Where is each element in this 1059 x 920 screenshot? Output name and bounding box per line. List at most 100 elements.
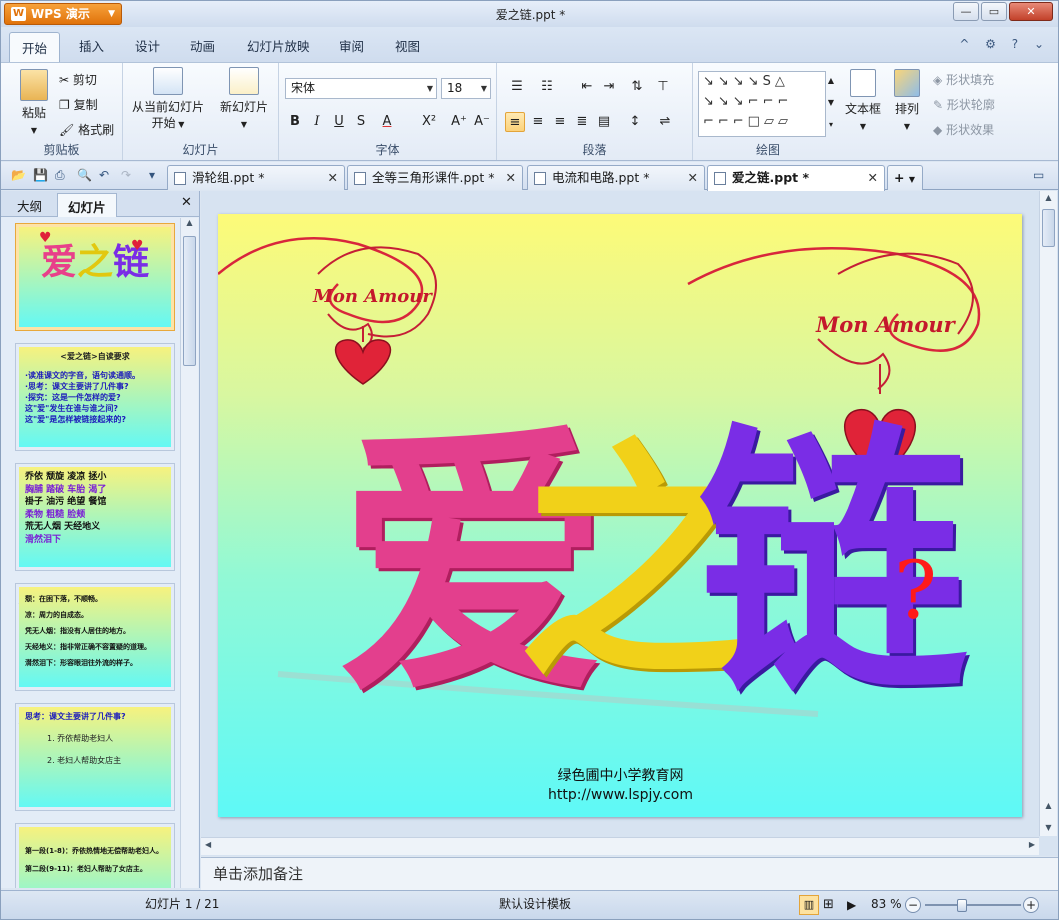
zoom-out-icon[interactable]: −: [905, 897, 921, 913]
close-icon[interactable]: ✕: [328, 166, 338, 189]
scroll-right-icon[interactable]: ▶: [1029, 840, 1035, 849]
format-painter-button[interactable]: 🖌 格式刷: [59, 121, 114, 138]
thumb-line: 第一段(1-8)：乔依热情地无偿帮助老妇人。: [25, 847, 164, 855]
slide-thumbnail-5[interactable]: 思考：课文主要讲了几件事? 1. 乔依帮助老妇人 2. 老妇人帮助女店主: [15, 703, 175, 811]
zoom-in-icon[interactable]: +: [1023, 897, 1039, 913]
scroll-up-icon[interactable]: ▲: [1040, 193, 1057, 202]
justify-button[interactable]: ≣: [572, 112, 592, 132]
slide-thumbnail-1[interactable]: 爱之链 ♥ ♥: [15, 223, 175, 331]
tab-home[interactable]: 开始: [9, 32, 61, 63]
font-family-select[interactable]: 宋体 ▼: [285, 78, 437, 99]
line-spacing-icon[interactable]: ↕: [625, 112, 645, 132]
customize-quick-access-icon[interactable]: ▾: [149, 168, 155, 182]
font-color-button[interactable]: A: [377, 112, 397, 132]
scroll-left-icon[interactable]: ◀: [205, 840, 211, 849]
minimize-button[interactable]: —: [953, 2, 979, 21]
play-from-current-button[interactable]: 从当前幻灯片 开始 ▼: [129, 67, 207, 133]
slide-canvas[interactable]: Mon Amour Mon Amour 爱 之 链 ? 绿色圃中小学教育网 ht…: [218, 214, 1022, 817]
thumbnail-list[interactable]: 1 ☆ 爱之链 ♥ ♥ 2 <爱之链>自读要求 ·读准课文的字音，语句读通顺。 …: [1, 218, 179, 888]
new-tab-button[interactable]: + ▼: [887, 165, 923, 190]
slide-thumbnail-2[interactable]: <爱之链>自读要求 ·读准课文的字音，语句读通顺。 ·思考：课文主要讲了几件事?…: [15, 343, 175, 451]
distribute-button[interactable]: ▤: [594, 112, 614, 132]
next-slide-icon[interactable]: ▼: [1040, 823, 1057, 832]
title-bar: W WPS 演示 ▼ 爱之链.ppt * — ▭ ✕: [1, 1, 1058, 27]
shadow-button[interactable]: S: [351, 112, 371, 132]
copy-label: 复制: [73, 98, 98, 112]
align-text-icon[interactable]: ⊤: [653, 77, 673, 97]
scroll-up-icon[interactable]: ▲: [181, 218, 198, 227]
tab-design[interactable]: 设计: [135, 36, 160, 55]
tab-slides[interactable]: 幻灯片: [57, 193, 117, 217]
maximize-button[interactable]: ▭: [981, 2, 1007, 21]
doc-tab-4[interactable]: 爱之链.ppt * ✕: [707, 165, 885, 191]
text-direction-icon[interactable]: ⇅: [627, 77, 647, 97]
slideshow-icon[interactable]: ▶: [847, 895, 856, 915]
paragraph-settings-icon[interactable]: ⇌: [655, 112, 675, 132]
paste-button[interactable]: 粘贴 ▼: [11, 69, 57, 139]
shape-effect-button[interactable]: ◆ 形状效果: [933, 121, 994, 138]
close-button[interactable]: ✕: [1009, 2, 1053, 21]
shrink-font-button[interactable]: A⁻: [472, 112, 492, 132]
scroll-thumb[interactable]: [183, 236, 196, 366]
underline-button[interactable]: U: [329, 112, 349, 132]
close-icon[interactable]: ✕: [506, 166, 516, 189]
align-left-button[interactable]: ≡: [505, 112, 525, 132]
horizontal-scrollbar[interactable]: ◀ ▶: [201, 837, 1039, 855]
numbering-icon[interactable]: ☷: [537, 77, 557, 97]
shape-fill-button[interactable]: ◈ 形状填充: [933, 71, 994, 88]
save-icon[interactable]: 💾: [33, 168, 48, 182]
scroll-thumb[interactable]: [1042, 209, 1055, 247]
slide-thumbnail-3[interactable]: 乔依 颓旋 凌凉 拯小 胸脯 踏破 车胎 渴了 褂子 油污 绝望 餐馆 柔物 粗…: [15, 463, 175, 571]
bold-button[interactable]: B: [285, 112, 305, 132]
close-icon[interactable]: ✕: [868, 166, 878, 189]
cut-button[interactable]: ✂ 剪切: [59, 71, 97, 88]
tab-view[interactable]: 视图: [395, 36, 420, 55]
doc-tab-3[interactable]: 电流和电路.ppt * ✕: [527, 165, 705, 190]
doc-tab-1[interactable]: 滑轮组.ppt * ✕: [167, 165, 345, 190]
gallery-more-icon[interactable]: ▾: [825, 115, 837, 135]
zoom-slider[interactable]: [925, 904, 1021, 906]
redo-icon[interactable]: ↷: [121, 168, 131, 182]
shape-outline-button[interactable]: ✎ 形状轮廓: [933, 96, 995, 113]
panel-scrollbar[interactable]: ▲: [180, 218, 198, 888]
notes-pane[interactable]: 单击添加备注: [201, 857, 1058, 890]
close-icon[interactable]: ✕: [688, 166, 698, 189]
ribbon-help-icons[interactable]: ^ ⚙ ? ⌄: [959, 37, 1050, 51]
slide-thumbnail-4[interactable]: 颓：在困下落，不顺畅。 凉：周力的自成态。 凭无人烟：指没有人居住的地方。 天经…: [15, 583, 175, 691]
vertical-scrollbar[interactable]: ▲ ▲ ▼: [1039, 191, 1057, 836]
grow-font-button[interactable]: A⁺: [449, 112, 469, 132]
doc-tab-2[interactable]: 全等三角形课件.ppt * ✕: [347, 165, 523, 190]
gallery-scroll-up-icon[interactable]: ▲: [825, 71, 837, 91]
gallery-scroll-down-icon[interactable]: ▼: [825, 93, 837, 113]
tab-animation[interactable]: 动画: [190, 36, 215, 55]
textbox-button[interactable]: 文本框 ▼: [841, 69, 885, 135]
undo-icon[interactable]: ↶: [99, 168, 109, 182]
print-icon[interactable]: ⎙: [55, 168, 65, 183]
align-center-button[interactable]: ≡: [528, 112, 548, 132]
slide-sorter-icon[interactable]: ⊞: [823, 895, 834, 915]
tab-insert[interactable]: 插入: [79, 36, 104, 55]
copy-button[interactable]: ❐ 复制: [59, 96, 98, 113]
shapes-gallery[interactable]: ↘↘↘↘S△ ↘↘↘⌐⌐⌐ ⌐⌐⌐□▱▱: [698, 71, 826, 137]
superscript-button[interactable]: X²: [419, 112, 439, 132]
zoom-slider-thumb[interactable]: [957, 899, 967, 912]
previous-slide-icon[interactable]: ▲: [1040, 801, 1057, 810]
window-layout-icon[interactable]: ▭: [1033, 168, 1044, 182]
print-preview-icon[interactable]: 🔍: [77, 168, 92, 182]
close-panel-icon[interactable]: ✕: [181, 195, 192, 210]
tab-slideshow[interactable]: 幻灯片放映: [247, 36, 310, 55]
font-size-select[interactable]: 18 ▼: [441, 78, 491, 99]
decrease-indent-icon[interactable]: ⇤: [577, 77, 597, 97]
slideshow-play-icon: [153, 67, 183, 95]
tab-review[interactable]: 审阅: [339, 36, 364, 55]
tab-outline[interactable]: 大纲: [17, 196, 42, 215]
align-right-button[interactable]: ≡: [550, 112, 570, 132]
increase-indent-icon[interactable]: ⇥: [599, 77, 619, 97]
italic-button[interactable]: I: [307, 112, 327, 132]
arrange-button[interactable]: 排列 ▼: [887, 69, 927, 135]
normal-view-icon[interactable]: ▥: [799, 895, 819, 915]
new-slide-button[interactable]: 新幻灯片 ▼: [215, 67, 273, 133]
bullets-icon[interactable]: ☰: [507, 77, 527, 97]
open-icon[interactable]: 📂: [11, 168, 26, 182]
slide-thumbnail-6[interactable]: 第一段(1-8)：乔依热情地无偿帮助老妇人。 第二段(9-11)：老妇人帮助了女…: [15, 823, 175, 888]
